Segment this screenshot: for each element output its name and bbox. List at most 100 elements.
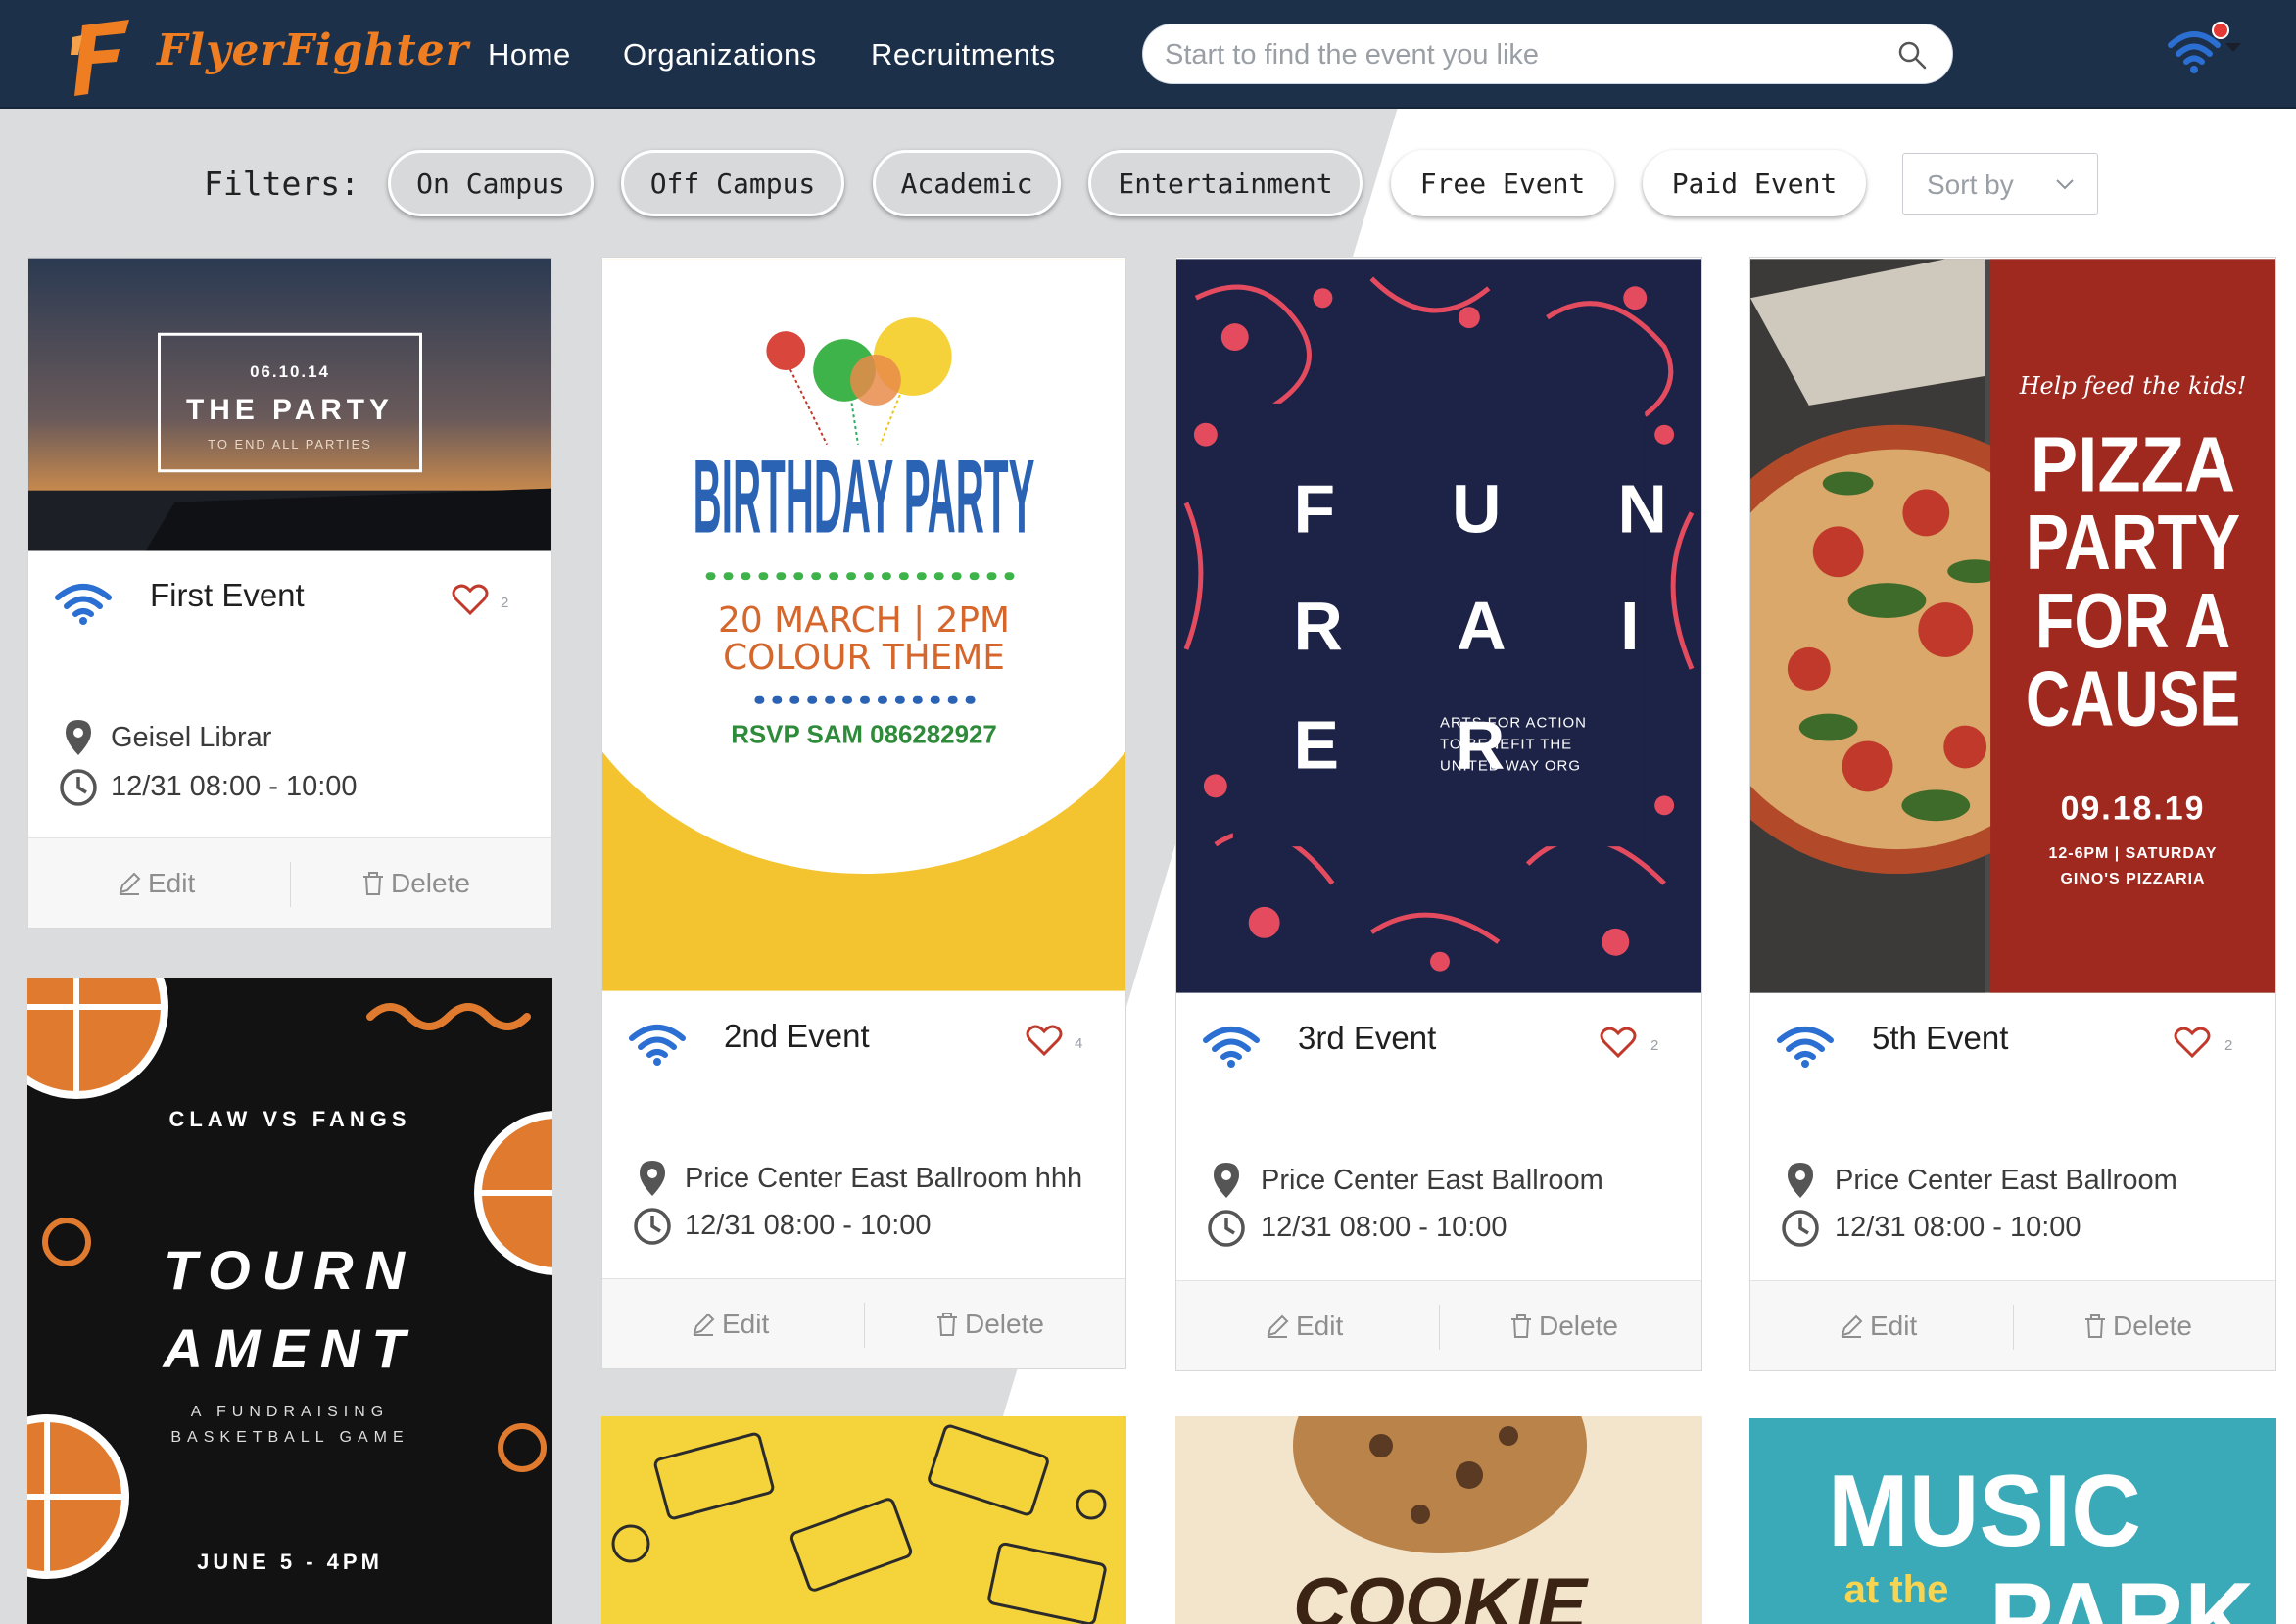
top-navbar: FlyerFighter Home Organizations Recruitm… (0, 0, 2296, 109)
filter-entertainment[interactable]: Entertainment (1088, 150, 1363, 216)
event-card[interactable]: 06.10.14 THE PARTY TO END ALL PARTIES Fi… (27, 257, 552, 929)
pencil-icon (119, 872, 141, 895)
like-count: 4 (1075, 1035, 1083, 1052)
event-flyer-image[interactable]: BIRTHDAY PARTY 20 MARCH | 2PM COLOUR THE… (602, 258, 1125, 992)
wifi-icon (55, 584, 112, 625)
flyer-l3: PARK (1989, 1562, 2254, 1624)
sort-by-label: Sort by (1927, 169, 2014, 200)
divider (290, 862, 291, 907)
card-actions: Edit Delete (28, 837, 551, 928)
filter-on-campus[interactable]: On Campus (388, 150, 594, 216)
location-pin-icon (1788, 1163, 1813, 1198)
edit-label: Edit (1296, 1311, 1344, 1341)
sort-by-select[interactable]: Sort by (1902, 153, 2098, 215)
chevron-down-icon (2056, 179, 2074, 190)
delete-label: Delete (1539, 1311, 1618, 1341)
delete-label: Delete (391, 868, 470, 898)
flyer-l1: PIZZA (2031, 421, 2235, 508)
edit-button[interactable]: Edit (117, 868, 195, 899)
logo-icon[interactable] (69, 16, 137, 100)
delete-button[interactable]: Delete (361, 868, 470, 899)
trash-icon (2085, 1314, 2105, 1338)
clock-icon (1208, 1210, 1245, 1247)
pencil-icon (693, 1313, 715, 1336)
edit-label: Edit (722, 1309, 770, 1339)
filter-academic[interactable]: Academic (873, 150, 1061, 216)
filters-label: Filters: (204, 165, 359, 203)
event-card[interactable]: COOKIE (1175, 1416, 1702, 1624)
filter-off-campus[interactable]: Off Campus (621, 150, 844, 216)
event-title[interactable]: 5th Event (1872, 1020, 2008, 1057)
filter-paid-event[interactable]: Paid Event (1643, 150, 1866, 216)
flyer-l4: CAUSE (2026, 655, 2240, 742)
edit-button[interactable]: Edit (1839, 1311, 1917, 1342)
flyer-l1: TOURN (164, 1239, 416, 1301)
event-card[interactable] (601, 1416, 1126, 1624)
event-flyer-image[interactable]: CLAW VS FANGS TOURN AMENT A FUNDRAISING … (27, 978, 552, 1624)
flyer-info1: 12-6PM | SATURDAY (2049, 845, 2218, 862)
chevron-down-icon[interactable] (2225, 43, 2241, 52)
clock-icon (60, 769, 97, 806)
search-input[interactable] (1165, 34, 1850, 75)
nav-organizations[interactable]: Organizations (623, 37, 817, 72)
flyer-line2: COLOUR THEME (723, 638, 1005, 678)
flyer-headline: BIRTHDAY PARTY (694, 439, 1035, 555)
delete-button[interactable]: Delete (935, 1309, 1044, 1340)
logo-text[interactable]: FlyerFighter (157, 25, 469, 75)
flyer-row1: F U N D (1294, 470, 1701, 547)
heart-icon[interactable] (452, 583, 489, 616)
event-location: Price Center East Ballroom hhh (685, 1163, 1083, 1194)
delete-button[interactable]: Delete (1509, 1311, 1618, 1342)
flyer-script: Help feed the kids! (2019, 372, 2247, 400)
wifi-icon (629, 1025, 686, 1066)
event-time: 12/31 08:00 - 10:00 (1261, 1212, 1507, 1243)
flyer-row2: R A I S (1294, 588, 1701, 664)
event-card[interactable]: F U N D R A I S E R ARTS FOR ACTION TO B… (1175, 257, 1702, 1371)
edit-button[interactable]: Edit (1265, 1311, 1343, 1342)
nav-home[interactable]: Home (488, 37, 571, 72)
filter-free-event[interactable]: Free Event (1391, 150, 1614, 216)
event-flyer-image[interactable]: COOKIE (1175, 1416, 1702, 1624)
flyer-l2: PARTY (2026, 499, 2240, 586)
event-title[interactable]: 3rd Event (1298, 1020, 1436, 1057)
event-card[interactable]: Help feed the kids! PIZZA PARTY FOR A CA… (1749, 257, 2276, 1371)
divider (1439, 1305, 1440, 1350)
heart-icon[interactable] (1600, 1026, 1637, 1059)
flyer-note3: UNITED WAY ORG (1440, 757, 1581, 774)
delete-button[interactable]: Delete (2083, 1311, 2192, 1342)
event-flyer-image[interactable] (601, 1416, 1126, 1624)
heart-icon[interactable] (1026, 1024, 1063, 1057)
event-title[interactable]: 2nd Event (724, 1018, 870, 1055)
notification-badge (2212, 22, 2229, 39)
edit-button[interactable]: Edit (691, 1309, 769, 1340)
event-location: Price Center East Ballroom (1261, 1165, 1603, 1196)
like-count: 2 (2224, 1037, 2233, 1054)
wifi-icon (1777, 1027, 1834, 1068)
event-card[interactable]: CLAW VS FANGS TOURN AMENT A FUNDRAISING … (27, 978, 552, 1624)
card-actions: Edit Delete (602, 1278, 1125, 1368)
event-flyer-image[interactable]: Help feed the kids! PIZZA PARTY FOR A CA… (1750, 258, 2275, 994)
flyer-sub: TO END ALL PARTIES (208, 437, 372, 452)
flyer-date: 09.18.19 (2061, 789, 2206, 827)
flyer-sub2: BASKETBALL GAME (170, 1429, 408, 1446)
event-flyer-image[interactable]: MUSIC at the PARK (1749, 1418, 2276, 1624)
flyer-date: 06.10.14 (250, 362, 330, 381)
event-flyer-image[interactable]: F U N D R A I S E R ARTS FOR ACTION TO B… (1176, 258, 1701, 994)
search-bar (1142, 24, 1953, 84)
flyer-l2: at the (1844, 1568, 1949, 1611)
event-flyer-image[interactable]: 06.10.14 THE PARTY TO END ALL PARTIES (28, 258, 551, 551)
flyer-top: CLAW VS FANGS (168, 1107, 410, 1131)
edit-label: Edit (148, 868, 196, 898)
event-title[interactable]: First Event (150, 577, 305, 614)
location-pin-icon (640, 1161, 665, 1196)
heart-icon[interactable] (2174, 1026, 2211, 1059)
flyer-text: COOKIE (1293, 1563, 1589, 1624)
event-location: Price Center East Ballroom (1835, 1165, 2177, 1196)
wifi-icon (1203, 1027, 1260, 1068)
search-icon[interactable] (1897, 40, 1927, 70)
flyer-headline: THE PARTY (186, 394, 394, 426)
event-card[interactable]: BIRTHDAY PARTY 20 MARCH | 2PM COLOUR THE… (601, 257, 1126, 1369)
event-card[interactable]: MUSIC at the PARK (1749, 1418, 2276, 1624)
event-time: 12/31 08:00 - 10:00 (111, 771, 358, 802)
nav-recruitments[interactable]: Recruitments (871, 37, 1056, 72)
